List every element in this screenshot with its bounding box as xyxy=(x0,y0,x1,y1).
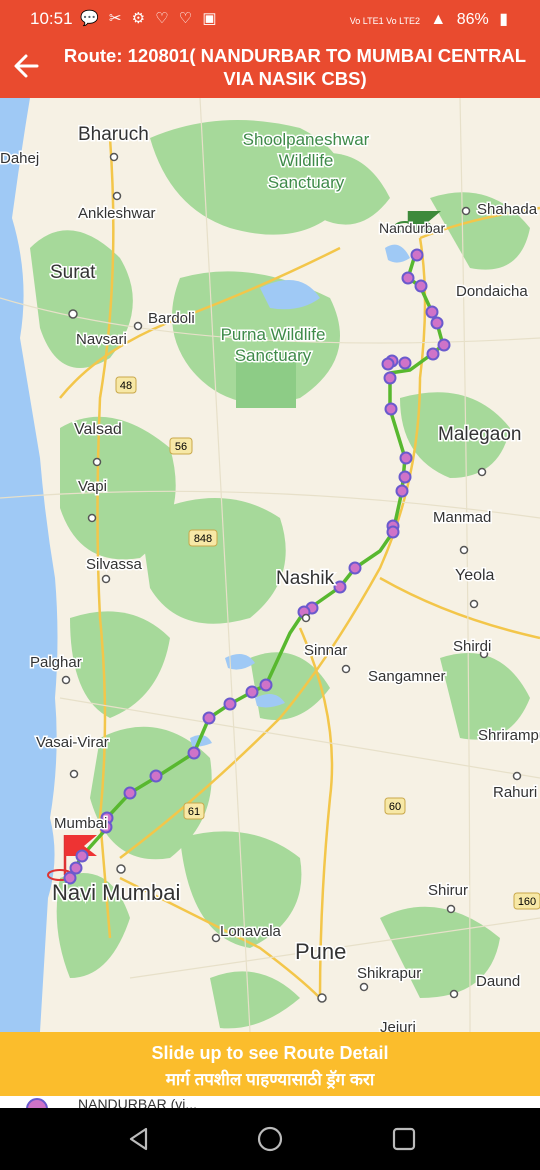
svg-text:Mumbai: Mumbai xyxy=(54,815,107,832)
route-detail-banner[interactable]: Slide up to see Route Detail मार्ग तपशील… xyxy=(0,1032,540,1096)
battery-icon: ▮ xyxy=(499,11,508,28)
system-nav-bar xyxy=(0,1108,540,1170)
bus-stop-marker[interactable] xyxy=(398,356,412,370)
network-indicator: Vo LTE1 Vo LTE2 xyxy=(349,16,420,26)
svg-text:Vasai-Virar: Vasai-Virar xyxy=(36,734,109,751)
svg-text:Sanctuary: Sanctuary xyxy=(235,346,312,365)
svg-text:Silvassa: Silvassa xyxy=(86,556,143,573)
svg-text:Purna Wildlife: Purna Wildlife xyxy=(221,325,326,344)
bus-stop-marker[interactable] xyxy=(399,451,413,465)
arrow-left-icon xyxy=(14,54,39,78)
route-detail-sheet[interactable]: NANDURBAR (vi... xyxy=(0,1096,540,1108)
svg-text:Vapi: Vapi xyxy=(78,478,107,495)
svg-text:Pune: Pune xyxy=(295,939,346,964)
bus-stop-marker[interactable] xyxy=(384,402,398,416)
stop-marker-icon xyxy=(26,1098,48,1108)
svg-text:Shoolpaneshwar: Shoolpaneshwar xyxy=(243,130,370,149)
svg-text:Nandurbar: Nandurbar xyxy=(379,220,445,236)
bus-stop-marker[interactable] xyxy=(348,561,362,575)
svg-text:Daund: Daund xyxy=(476,973,520,990)
bus-stop-marker[interactable] xyxy=(398,470,412,484)
bus-stop-marker[interactable] xyxy=(333,580,347,594)
svg-text:Bardoli: Bardoli xyxy=(148,310,195,327)
svg-text:Bharuch: Bharuch xyxy=(78,124,149,145)
status-right: Vo LTE1 Vo LTE2 ▲ 86% ▮ xyxy=(344,9,508,29)
bus-stop-marker[interactable] xyxy=(383,371,397,385)
signal-icon: ▲ xyxy=(430,11,447,28)
bus-stop-marker[interactable] xyxy=(437,338,451,352)
triangle-back-icon xyxy=(129,1127,148,1151)
svg-text:Dahej: Dahej xyxy=(0,150,39,167)
bus-stop-marker[interactable] xyxy=(401,271,415,285)
svg-text:Shirdi: Shirdi xyxy=(453,638,491,655)
bus-stop-marker[interactable] xyxy=(425,305,439,319)
bus-stop-marker[interactable] xyxy=(395,484,409,498)
nav-recents-button[interactable] xyxy=(384,1122,424,1156)
bus-stop-marker[interactable] xyxy=(414,279,428,293)
bus-stop-marker[interactable] xyxy=(381,357,395,371)
svg-text:Navsari: Navsari xyxy=(76,331,127,348)
svg-text:Yeola: Yeola xyxy=(455,567,495,584)
bus-stop-marker[interactable] xyxy=(410,248,424,262)
app-bar: Route: 120801( NANDURBAR TO MUMBAI CENTR… xyxy=(0,38,540,98)
svg-text:Wildlife: Wildlife xyxy=(279,151,334,170)
svg-text:56: 56 xyxy=(175,441,187,453)
svg-text:61: 61 xyxy=(188,806,200,818)
bus-stop-marker[interactable] xyxy=(259,678,273,692)
svg-text:Shikrapur: Shikrapur xyxy=(357,965,421,982)
svg-text:Palghar: Palghar xyxy=(30,654,82,671)
svg-text:Nashik: Nashik xyxy=(276,568,335,589)
bus-stop-marker[interactable] xyxy=(245,685,259,699)
bus-stop-marker[interactable] xyxy=(202,711,216,725)
banner-text-marathi: मार्ग तपशील पाहण्यासाठी ड्रॅग करा xyxy=(165,1070,375,1089)
first-stop-name: NANDURBAR (vi... xyxy=(78,1096,198,1108)
svg-text:Shirur: Shirur xyxy=(428,882,468,899)
svg-text:Navi Mumbai: Navi Mumbai xyxy=(52,880,180,905)
nav-back-button[interactable] xyxy=(119,1122,159,1156)
page-title: Route: 120801( NANDURBAR TO MUMBAI CENTR… xyxy=(63,45,527,89)
svg-text:Sangamner: Sangamner xyxy=(368,668,446,685)
svg-text:Rahuri: Rahuri xyxy=(493,784,537,801)
svg-text:Shahada: Shahada xyxy=(477,201,538,218)
svg-text:848: 848 xyxy=(194,533,212,545)
route-map[interactable]: 48 56 848 61 60 160 Bharuch Dahej Ankles… xyxy=(0,98,540,1032)
notification-icons: 💬 ✂ ⚙ ♡ ♡ ▣ xyxy=(80,10,220,27)
battery-percent: 86% xyxy=(456,11,489,28)
nav-home-button[interactable] xyxy=(250,1122,290,1156)
svg-text:Surat: Surat xyxy=(50,262,96,283)
svg-text:Jejuri: Jejuri xyxy=(380,1019,416,1032)
svg-text:Manmad: Manmad xyxy=(433,509,491,526)
bus-stop-marker[interactable] xyxy=(123,786,137,800)
clock: 10:51 xyxy=(30,9,73,28)
square-recents-icon xyxy=(392,1127,416,1151)
bus-stop-marker[interactable] xyxy=(187,746,201,760)
svg-text:Ankleshwar: Ankleshwar xyxy=(78,205,156,222)
bus-stop-marker[interactable] xyxy=(69,861,83,875)
back-button[interactable] xyxy=(4,44,48,88)
banner-text-english: Slide up to see Route Detail xyxy=(151,1043,389,1063)
svg-text:Sinnar: Sinnar xyxy=(304,642,347,659)
svg-text:160: 160 xyxy=(518,896,536,908)
bus-stop-marker[interactable] xyxy=(223,697,237,711)
svg-text:60: 60 xyxy=(389,801,401,813)
status-bar: 10:51 💬 ✂ ⚙ ♡ ♡ ▣ Vo LTE1 Vo LTE2 ▲ 86% … xyxy=(0,0,540,38)
circle-home-icon xyxy=(257,1126,283,1152)
bus-stop-marker[interactable] xyxy=(386,525,400,539)
svg-text:Valsad: Valsad xyxy=(74,421,122,438)
svg-text:Dondaicha: Dondaicha xyxy=(456,283,528,300)
svg-text:Sanctuary: Sanctuary xyxy=(268,173,345,192)
svg-text:Shrirampur: Shrirampur xyxy=(478,727,540,744)
bus-stop-marker[interactable] xyxy=(426,347,440,361)
svg-text:Lonavala: Lonavala xyxy=(220,923,282,940)
bus-stop-marker[interactable] xyxy=(430,316,444,330)
bus-stop-marker[interactable] xyxy=(149,769,163,783)
bus-stop-marker[interactable] xyxy=(75,849,89,863)
svg-text:48: 48 xyxy=(120,380,132,392)
svg-text:Malegaon: Malegaon xyxy=(438,424,521,445)
